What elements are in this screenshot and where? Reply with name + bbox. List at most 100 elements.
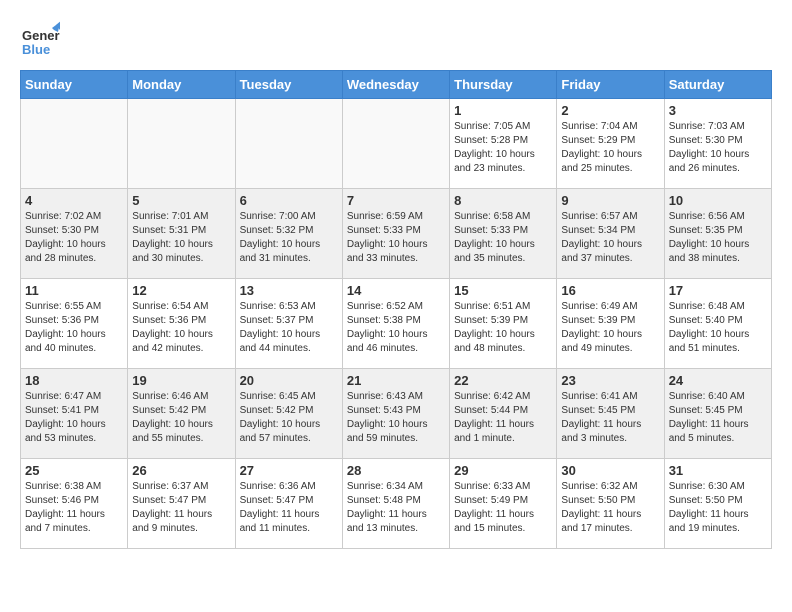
calendar-cell: 20 Sunrise: 6:45 AM Sunset: 5:42 PM Dayli… <box>235 369 342 459</box>
day-info: Sunrise: 6:33 AM Sunset: 5:49 PM Dayligh… <box>454 480 552 536</box>
day-number: 7 <box>347 193 445 208</box>
calendar-cell: 29 Sunrise: 6:33 AM Sunset: 5:49 PM Dayli… <box>450 459 557 549</box>
day-info: Sunrise: 6:40 AM Sunset: 5:45 PM Dayligh… <box>669 390 767 446</box>
day-number: 4 <box>25 193 123 208</box>
day-number: 25 <box>25 463 123 478</box>
calendar-cell: 1 Sunrise: 7:05 AM Sunset: 5:28 PM Daylig… <box>450 99 557 189</box>
day-number: 15 <box>454 283 552 298</box>
day-info: Sunrise: 6:53 AM Sunset: 5:37 PM Dayligh… <box>240 300 338 356</box>
day-info: Sunrise: 6:57 AM Sunset: 5:34 PM Dayligh… <box>561 210 659 266</box>
calendar-cell: 26 Sunrise: 6:37 AM Sunset: 5:47 PM Dayli… <box>128 459 235 549</box>
calendar-cell: 12Sunrise: 6:54 AM Sunset: 5:36 PM Dayli… <box>128 279 235 369</box>
calendar-cell: 5Sunrise: 7:01 AM Sunset: 5:31 PM Daylig… <box>128 189 235 279</box>
day-number: 10 <box>669 193 767 208</box>
calendar-week-row: 11Sunrise: 6:55 AM Sunset: 5:36 PM Dayli… <box>21 279 772 369</box>
weekday-header: Saturday <box>664 71 771 99</box>
day-info: Sunrise: 6:58 AM Sunset: 5:33 PM Dayligh… <box>454 210 552 266</box>
calendar-cell: 10 Sunrise: 6:56 AM Sunset: 5:35 PM Dayli… <box>664 189 771 279</box>
day-info: Sunrise: 6:43 AM Sunset: 5:43 PM Dayligh… <box>347 390 445 446</box>
calendar-cell: 18 Sunrise: 6:47 AM Sunset: 5:41 PM Dayli… <box>21 369 128 459</box>
calendar-week-row: 18 Sunrise: 6:47 AM Sunset: 5:41 PM Dayli… <box>21 369 772 459</box>
weekday-header: Monday <box>128 71 235 99</box>
calendar-cell: 27Sunrise: 6:36 AM Sunset: 5:47 PM Dayli… <box>235 459 342 549</box>
svg-text:General: General <box>22 28 60 43</box>
calendar-cell: 7 Sunrise: 6:59 AM Sunset: 5:33 PM Daylig… <box>342 189 449 279</box>
day-info: Sunrise: 7:04 AM Sunset: 5:29 PM Dayligh… <box>561 120 659 176</box>
day-number: 20 <box>240 373 338 388</box>
calendar-cell: 25 Sunrise: 6:38 AM Sunset: 5:46 PM Dayli… <box>21 459 128 549</box>
calendar-cell: 3 Sunrise: 7:03 AM Sunset: 5:30 PM Daylig… <box>664 99 771 189</box>
day-number: 18 <box>25 373 123 388</box>
calendar-cell: 31Sunrise: 6:30 AM Sunset: 5:50 PM Dayli… <box>664 459 771 549</box>
calendar-body: 1 Sunrise: 7:05 AM Sunset: 5:28 PM Daylig… <box>21 99 772 549</box>
calendar-cell: 2 Sunrise: 7:04 AM Sunset: 5:29 PM Daylig… <box>557 99 664 189</box>
day-number: 28 <box>347 463 445 478</box>
day-number: 1 <box>454 103 552 118</box>
calendar-cell: 11Sunrise: 6:55 AM Sunset: 5:36 PM Dayli… <box>21 279 128 369</box>
day-number: 24 <box>669 373 767 388</box>
day-number: 30 <box>561 463 659 478</box>
calendar-cell <box>342 99 449 189</box>
calendar-cell <box>235 99 342 189</box>
day-info: Sunrise: 7:02 AM Sunset: 5:30 PM Dayligh… <box>25 210 123 266</box>
day-info: Sunrise: 6:56 AM Sunset: 5:35 PM Dayligh… <box>669 210 767 266</box>
calendar-cell <box>128 99 235 189</box>
day-number: 17 <box>669 283 767 298</box>
day-number: 9 <box>561 193 659 208</box>
day-number: 26 <box>132 463 230 478</box>
calendar-cell: 17 Sunrise: 6:48 AM Sunset: 5:40 PM Dayli… <box>664 279 771 369</box>
day-number: 2 <box>561 103 659 118</box>
day-number: 29 <box>454 463 552 478</box>
day-number: 12 <box>132 283 230 298</box>
day-number: 6 <box>240 193 338 208</box>
day-info: Sunrise: 6:49 AM Sunset: 5:39 PM Dayligh… <box>561 300 659 356</box>
day-number: 23 <box>561 373 659 388</box>
day-number: 13 <box>240 283 338 298</box>
day-info: Sunrise: 7:01 AM Sunset: 5:31 PM Dayligh… <box>132 210 230 266</box>
day-info: Sunrise: 7:05 AM Sunset: 5:28 PM Dayligh… <box>454 120 552 176</box>
day-number: 11 <box>25 283 123 298</box>
day-info: Sunrise: 6:48 AM Sunset: 5:40 PM Dayligh… <box>669 300 767 356</box>
day-info: Sunrise: 6:46 AM Sunset: 5:42 PM Dayligh… <box>132 390 230 446</box>
day-number: 14 <box>347 283 445 298</box>
day-info: Sunrise: 6:37 AM Sunset: 5:47 PM Dayligh… <box>132 480 230 536</box>
day-info: Sunrise: 6:38 AM Sunset: 5:46 PM Dayligh… <box>25 480 123 536</box>
day-info: Sunrise: 6:34 AM Sunset: 5:48 PM Dayligh… <box>347 480 445 536</box>
day-number: 27 <box>240 463 338 478</box>
calendar-cell: 22Sunrise: 6:42 AM Sunset: 5:44 PM Dayli… <box>450 369 557 459</box>
calendar-week-row: 25 Sunrise: 6:38 AM Sunset: 5:46 PM Dayli… <box>21 459 772 549</box>
calendar-cell: 28 Sunrise: 6:34 AM Sunset: 5:48 PM Dayli… <box>342 459 449 549</box>
day-number: 16 <box>561 283 659 298</box>
day-info: Sunrise: 6:59 AM Sunset: 5:33 PM Dayligh… <box>347 210 445 266</box>
calendar-cell: 15Sunrise: 6:51 AM Sunset: 5:39 PM Dayli… <box>450 279 557 369</box>
calendar-cell: 9 Sunrise: 6:57 AM Sunset: 5:34 PM Daylig… <box>557 189 664 279</box>
calendar-cell: 16 Sunrise: 6:49 AM Sunset: 5:39 PM Dayli… <box>557 279 664 369</box>
calendar-week-row: 4 Sunrise: 7:02 AM Sunset: 5:30 PM Daylig… <box>21 189 772 279</box>
day-number: 21 <box>347 373 445 388</box>
weekday-header: Thursday <box>450 71 557 99</box>
logo: General Blue <box>20 20 60 60</box>
day-info: Sunrise: 6:47 AM Sunset: 5:41 PM Dayligh… <box>25 390 123 446</box>
day-info: Sunrise: 6:45 AM Sunset: 5:42 PM Dayligh… <box>240 390 338 446</box>
page-header: General Blue <box>20 20 772 60</box>
day-info: Sunrise: 6:41 AM Sunset: 5:45 PM Dayligh… <box>561 390 659 446</box>
weekday-header: Wednesday <box>342 71 449 99</box>
calendar-cell: 4 Sunrise: 7:02 AM Sunset: 5:30 PM Daylig… <box>21 189 128 279</box>
calendar-table: SundayMondayTuesdayWednesdayThursdayFrid… <box>20 70 772 549</box>
day-info: Sunrise: 6:52 AM Sunset: 5:38 PM Dayligh… <box>347 300 445 356</box>
weekday-header: Tuesday <box>235 71 342 99</box>
calendar-week-row: 1 Sunrise: 7:05 AM Sunset: 5:28 PM Daylig… <box>21 99 772 189</box>
calendar-cell: 19Sunrise: 6:46 AM Sunset: 5:42 PM Dayli… <box>128 369 235 459</box>
logo-icon: General Blue <box>20 20 60 60</box>
calendar-cell: 24 Sunrise: 6:40 AM Sunset: 5:45 PM Dayli… <box>664 369 771 459</box>
day-number: 3 <box>669 103 767 118</box>
calendar-cell: 14 Sunrise: 6:52 AM Sunset: 5:38 PM Dayli… <box>342 279 449 369</box>
day-info: Sunrise: 7:00 AM Sunset: 5:32 PM Dayligh… <box>240 210 338 266</box>
day-info: Sunrise: 7:03 AM Sunset: 5:30 PM Dayligh… <box>669 120 767 176</box>
calendar-cell <box>21 99 128 189</box>
svg-text:Blue: Blue <box>22 42 50 57</box>
calendar-cell: 30Sunrise: 6:32 AM Sunset: 5:50 PM Dayli… <box>557 459 664 549</box>
weekday-header: Sunday <box>21 71 128 99</box>
calendar-cell: 23 Sunrise: 6:41 AM Sunset: 5:45 PM Dayli… <box>557 369 664 459</box>
calendar-cell: 21 Sunrise: 6:43 AM Sunset: 5:43 PM Dayli… <box>342 369 449 459</box>
